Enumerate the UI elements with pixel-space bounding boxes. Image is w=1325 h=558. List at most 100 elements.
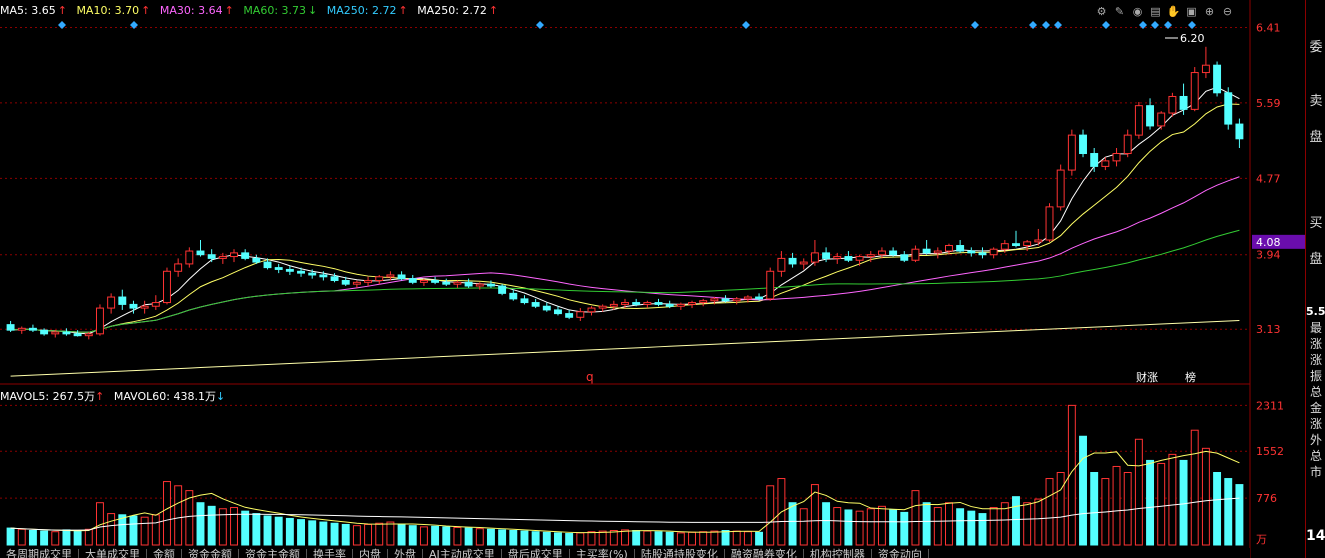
candle-body [308,272,317,276]
indicator-tab-5[interactable]: 换手率 [307,549,353,558]
volume-bar [855,510,864,546]
ma10-line [10,103,1240,333]
candle-body [565,313,574,318]
ma5-line [10,86,1240,335]
candle-body [230,252,238,258]
volume-bar [1123,472,1132,546]
volume-bar [352,525,361,546]
candle-body [1079,134,1087,155]
indicator-tab-11[interactable]: 陆股通持股变化 [635,549,725,558]
candle-body [330,276,339,281]
candlestick-chart[interactable]: 6.415.594.773.943.13 23111552776 6.20 q … [0,0,1305,558]
volume-bar [799,508,808,546]
candle-body [241,252,250,259]
volume-bars-group [6,404,1244,546]
volume-bar [330,522,339,546]
candle-body [688,302,696,305]
volume-bar [151,514,160,546]
candle-body [51,331,60,335]
indicator-tab-0[interactable]: 各周期成交里 [0,549,79,558]
candle-body [554,309,562,315]
volume-bar [17,528,26,546]
indicator-tab-1[interactable]: 大单成交里 [79,549,147,558]
volume-bar [207,505,216,546]
candle-body [665,303,674,307]
event-markers [58,21,1196,39]
candle-body [587,307,596,313]
volume-bar [375,522,384,546]
volume-bar [833,507,842,546]
volume-bar [140,516,149,546]
candle-body [576,311,585,318]
event-diamond-icon [971,21,979,29]
indicator-tab-12[interactable]: 融资融券变化 [725,549,804,558]
volume-bar [732,530,741,546]
candle-body [218,256,227,259]
volume-unit: 万 [1256,533,1267,546]
candle-body [498,285,507,294]
up-arrow-icon: ↑ [95,390,105,403]
volume-bar [62,529,71,546]
candle-body [643,302,652,305]
candle-body [743,296,752,300]
indicator-tab-10[interactable]: 主买率(%) [570,549,635,558]
volume-bar [598,530,607,546]
volume-bar [945,502,953,546]
volume-bar [956,508,965,546]
candle-body [855,256,864,261]
event-diamond-icon [58,21,66,29]
volume-bar [397,523,406,546]
event-diamond-icon [1102,21,1110,29]
candle-body [933,250,942,254]
candle-body [766,270,775,300]
candle-body [788,257,797,265]
bang-marker[interactable]: 榜 [1185,370,1196,384]
candle-body [95,307,104,335]
candle-body [1000,243,1009,250]
volume-bar [587,531,596,546]
caizhang-marker[interactable]: 财涨 [1136,370,1158,384]
indicator-tab-9[interactable]: 盘后成交里 [502,549,570,558]
volume-bar [1224,478,1233,546]
candle-body [1067,134,1076,171]
candle-body [509,292,518,300]
volume-bar [453,526,462,546]
indicator-tab-6[interactable]: 内盘 [353,549,388,558]
candle-body [755,296,764,300]
volume-bar [565,533,574,546]
volume-bar [1235,484,1244,546]
indicator-tab-13[interactable]: 机构控制器 [804,549,872,558]
candle-body [1179,95,1188,110]
indicator-tabs: 各周期成交里 大单成交里 金额 资金金额 资金主金额 换手率 内盘 外盘 AI主动成交里 盘后成交… [0,548,1250,558]
volume-bar [241,510,250,546]
candle-body [28,327,37,331]
candle-body [341,279,350,285]
candle-body [531,302,540,307]
indicator-tab-7[interactable]: 外盘 [388,549,423,558]
candle-body [956,245,965,252]
candle-body [889,250,898,256]
event-diamond-icon [536,21,544,29]
candles-group [6,46,1244,340]
indicator-tab-3[interactable]: 资金金额 [182,549,239,558]
candle-body [319,274,328,278]
volume-bar [274,516,283,546]
volume-bar [1023,502,1032,546]
volume-bar [1213,472,1222,546]
volume-axis-labels: 2311 1552 776 [1256,399,1284,505]
volume-bar [1146,459,1155,546]
volume-bar [743,531,752,546]
volume-bar [665,531,674,546]
candle-body [833,256,842,259]
indicator-tab-8[interactable]: AI主动成交里 [423,549,502,558]
indicator-tab-14[interactable]: 资金动向 [872,549,929,558]
volume-bar [28,530,37,546]
sell-pan-label: 盘 [1309,130,1323,145]
price-axis-label: 5.59 [1256,97,1281,110]
candle-body [621,302,629,305]
candle-body [654,302,663,305]
indicator-tab-4[interactable]: 资金主金额 [239,549,307,558]
q-marker: q [586,370,594,384]
volume-bar [688,531,696,546]
indicator-tab-2[interactable]: 金额 [147,549,182,558]
